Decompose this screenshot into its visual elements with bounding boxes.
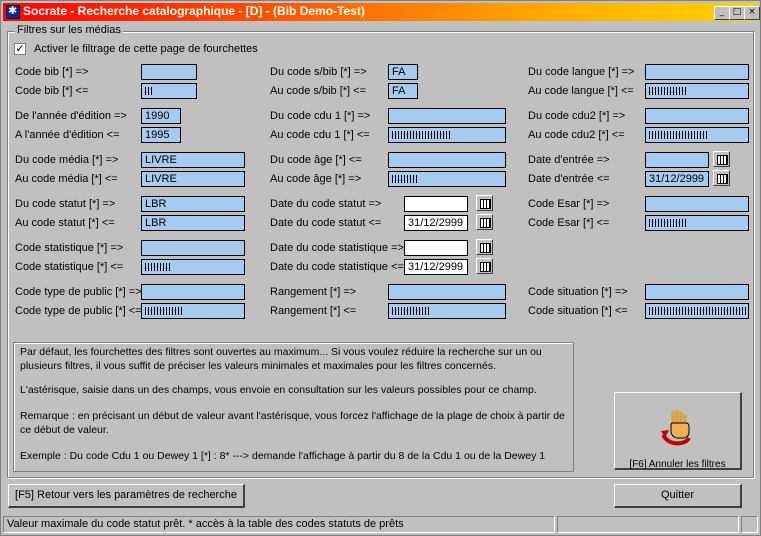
sbib-to-label: Au code s/bib [*] <= — [270, 85, 367, 97]
sbib-to-field[interactable]: FA — [388, 83, 418, 99]
public-to-field[interactable] — [141, 303, 245, 319]
cdu1-to-field[interactable] — [388, 127, 506, 143]
date-statut-from-label: Date du code statut => — [270, 198, 382, 210]
cdu1-to-label: Au code cdu 1 [*] <= — [270, 129, 370, 141]
help-text-example: Exemple : Du code Cdu 1 ou Dewey 1 [*] :… — [20, 450, 546, 462]
maximize-button[interactable]: □ — [729, 6, 745, 20]
cdu2-from-field[interactable] — [645, 108, 749, 124]
date-statut-to-label: Date du code statut <= — [270, 217, 382, 229]
calendar-icon[interactable] — [476, 239, 493, 255]
title-bar[interactable]: Socrate - Recherche catalographique - [D… — [3, 3, 760, 21]
stat-to-field[interactable] — [141, 259, 245, 275]
media-from-field[interactable]: LIVRE — [141, 152, 245, 168]
age-from-field[interactable] — [388, 152, 506, 168]
calendar-icon[interactable] — [713, 151, 730, 167]
cdu2-from-label: Du code cdu2 [*] => — [528, 110, 626, 122]
cdu1-from-field[interactable] — [388, 108, 506, 124]
quit-button[interactable]: Quitter — [614, 484, 742, 508]
cancel-filters-label: [F6] Annuler les filtres — [629, 459, 726, 470]
situation-from-label: Code situation [*] => — [528, 286, 628, 298]
annee-from-label: De l'année d'édition => — [15, 110, 127, 122]
esar-from-label: Code Esar [*] => — [528, 198, 610, 210]
langue-to-field[interactable] — [645, 83, 749, 99]
rangement-to-field[interactable] — [388, 303, 506, 319]
main-window: Socrate - Recherche catalographique - [D… — [0, 0, 761, 536]
langue-from-label: Du code langue [*] => — [528, 66, 635, 78]
esar-from-field[interactable] — [645, 196, 749, 212]
stat-from-label: Code statistique [*] => — [15, 242, 124, 254]
langue-from-field[interactable] — [645, 64, 749, 80]
stat-from-field[interactable] — [141, 240, 245, 256]
public-to-label: Code type de public [*] <= — [15, 305, 142, 317]
entree-to-label: Date d'entrée <= — [528, 173, 610, 185]
cdu2-to-label: Au code cdu2 [*] <= — [528, 129, 625, 141]
code-bib-from-label: Code bib [*] => — [15, 66, 89, 78]
date-statut-from-field[interactable] — [404, 196, 468, 212]
entree-to-field[interactable]: 31/12/2999 — [645, 171, 709, 187]
cancel-hand-icon — [661, 410, 691, 446]
situation-from-field[interactable] — [645, 284, 749, 300]
help-panel: Par défaut, les fourchettes des filtres … — [13, 342, 574, 472]
code-bib-to-label: Code bib [*] <= — [15, 85, 89, 97]
calendar-icon[interactable] — [476, 258, 493, 274]
sbib-from-label: Du code s/bib [*] => — [270, 66, 367, 78]
age-to-label: Au code âge [*] => — [270, 173, 362, 185]
entree-from-field[interactable] — [645, 152, 709, 168]
close-button[interactable]: × — [744, 6, 760, 20]
minimize-button[interactable]: _ — [714, 6, 730, 20]
status-message: Valeur maximale du code statut prêt. * a… — [3, 516, 555, 533]
media-from-label: Du code média [*] => — [15, 154, 119, 166]
stat-to-label: Code statistique [*] <= — [15, 261, 124, 273]
help-text-defaults: Par défaut, les fourchettes des filtres … — [20, 346, 542, 372]
back-to-search-button[interactable]: [F5] Retour vers les paramètres de reche… — [8, 484, 245, 508]
calendar-icon[interactable] — [713, 170, 730, 186]
help-text-asterisk: L'astérisque, saisie dans un des champs,… — [20, 384, 537, 396]
enable-filter-checkbox[interactable]: ✓ — [14, 43, 26, 55]
cdu2-to-field[interactable] — [645, 127, 749, 143]
date-stat-to-field[interactable]: 31/12/2999 — [404, 259, 468, 275]
media-to-field[interactable]: LIVRE — [141, 171, 245, 187]
date-stat-from-label: Date du code statistique => — [270, 242, 404, 254]
help-text-remark: Remarque : en précisant un début de vale… — [20, 410, 565, 436]
calendar-icon[interactable] — [476, 195, 493, 211]
status-grip — [741, 516, 758, 533]
rangement-to-label: Rangement [*] <= — [270, 305, 357, 317]
media-to-label: Au code média [*] <= — [15, 173, 118, 185]
cancel-filters-button[interactable]: [F6] Annuler les filtres — [614, 392, 742, 470]
langue-to-label: Au code langue [*] <= — [528, 85, 634, 97]
window-title: Socrate - Recherche catalographique - [D… — [23, 4, 365, 18]
public-from-label: Code type de public [*] => — [15, 286, 142, 298]
esar-to-label: Code Esar [*] <= — [528, 217, 610, 229]
code-bib-from-field[interactable] — [141, 64, 197, 80]
sbib-from-field[interactable]: FA — [388, 64, 418, 80]
group-label: Filtres sur les médias — [15, 24, 123, 36]
esar-to-field[interactable] — [645, 215, 749, 231]
enable-filter-label: Activer le filtrage de cette page de fou… — [34, 43, 258, 55]
calendar-icon[interactable] — [476, 214, 493, 230]
code-bib-to-field[interactable] — [141, 83, 197, 99]
date-stat-to-label: Date du code statistique <= — [270, 261, 404, 273]
app-icon[interactable] — [6, 4, 20, 19]
public-from-field[interactable] — [141, 284, 245, 300]
entree-from-label: Date d'entrée => — [528, 154, 610, 166]
situation-to-label: Code situation [*] <= — [528, 305, 628, 317]
statut-from-label: Du code statut [*] => — [15, 198, 116, 210]
statut-to-field[interactable]: LBR — [141, 215, 245, 231]
rangement-from-label: Rangement [*] => — [270, 286, 357, 298]
annee-from-field[interactable]: 1990 — [141, 108, 181, 124]
age-from-label: Du code âge [*] <= — [270, 154, 362, 166]
annee-to-label: A l'année d'édition <= — [15, 129, 120, 141]
annee-to-field[interactable]: 1995 — [141, 127, 181, 143]
statut-to-label: Au code statut [*] <= — [15, 217, 115, 229]
date-stat-from-field[interactable] — [404, 240, 468, 256]
date-statut-to-field[interactable]: 31/12/2999 — [404, 215, 468, 231]
situation-to-field[interactable] — [645, 303, 749, 319]
age-to-field[interactable] — [388, 171, 506, 187]
cdu1-from-label: Du code cdu 1 [*] => — [270, 110, 371, 122]
statut-from-field[interactable]: LBR — [141, 196, 245, 212]
status-panel — [557, 516, 739, 533]
rangement-from-field[interactable] — [388, 284, 506, 300]
